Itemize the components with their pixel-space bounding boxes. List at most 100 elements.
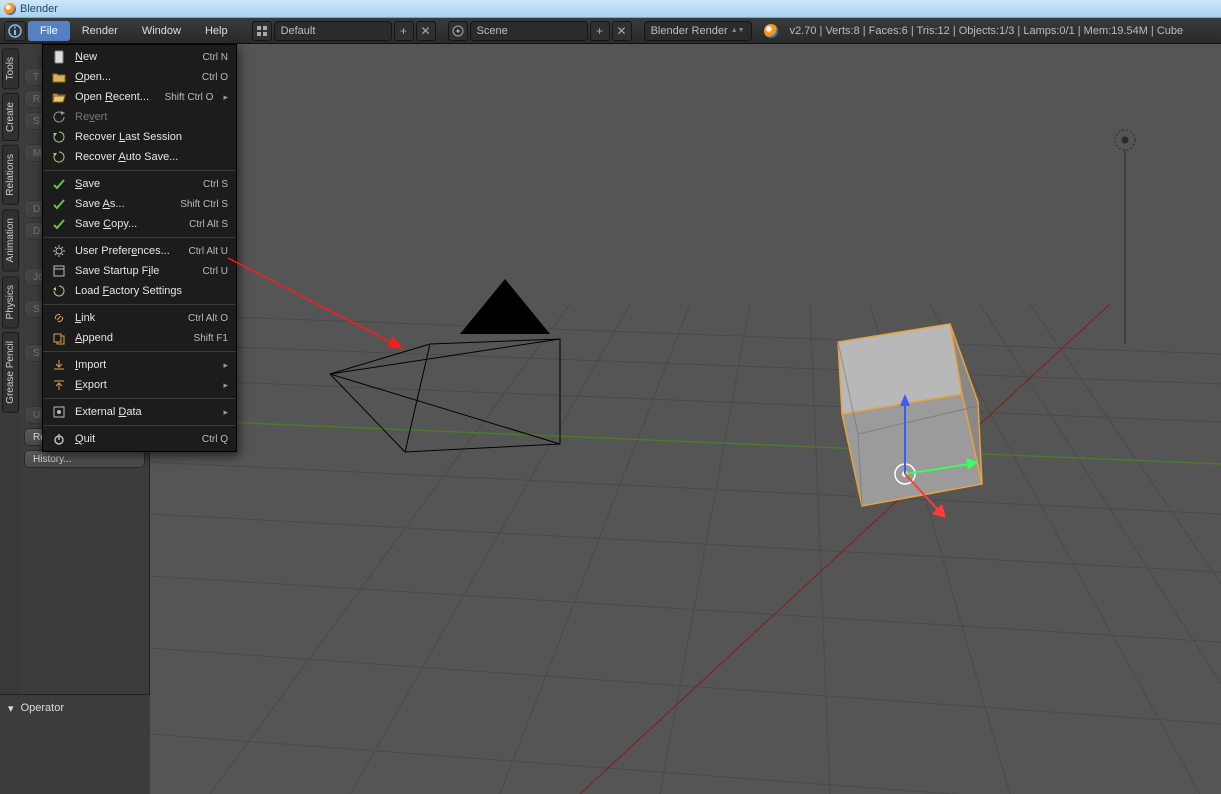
menu-help[interactable]: Help xyxy=(193,21,240,41)
recover-icon xyxy=(51,129,67,145)
layout-delete-button[interactable]: ✕ xyxy=(416,21,436,41)
menu-item-shortcut: Ctrl Alt O xyxy=(188,313,228,324)
menu-item-shortcut: Ctrl N xyxy=(202,52,228,63)
file-menu-export[interactable]: Export ▸ xyxy=(43,375,236,395)
power-icon xyxy=(51,431,67,447)
file-menu-recover-auto-save[interactable]: Recover Auto Save... xyxy=(43,147,236,167)
file-menu-import[interactable]: Import ▸ xyxy=(43,355,236,375)
menu-item-label: Open Recent... xyxy=(75,91,157,103)
menu-item-label: External Data xyxy=(75,406,213,418)
menu-item-label: User Preferences... xyxy=(75,245,181,257)
folder-open-icon xyxy=(51,89,67,105)
revert-icon xyxy=(51,109,67,125)
file-menu-save-copy[interactable]: Save Copy... Ctrl Alt S xyxy=(43,214,236,234)
import-icon xyxy=(51,357,67,373)
menu-item-shortcut: Ctrl U xyxy=(202,266,228,277)
file-menu-user-preferences[interactable]: User Preferences... Ctrl Alt U xyxy=(43,241,236,261)
lamp-object[interactable] xyxy=(1115,130,1135,344)
menu-item-label: Import xyxy=(75,359,213,371)
factory-icon xyxy=(51,283,67,299)
file-menu-recover-last-session[interactable]: Recover Last Session xyxy=(43,127,236,147)
menu-item-label: Load Factory Settings xyxy=(75,285,228,297)
top-menu-bar: FileRenderWindowHelp Default + ✕ Scene +… xyxy=(0,18,1221,44)
side-tab-create[interactable]: Create xyxy=(2,93,19,141)
menu-item-label: Revert xyxy=(75,111,228,123)
scene-add-button[interactable]: + xyxy=(590,21,610,41)
append-icon xyxy=(51,330,67,346)
file-menu-load-factory-settings[interactable]: Load Factory Settings xyxy=(43,281,236,301)
file-menu-open[interactable]: Open...Ctrl O xyxy=(43,67,236,87)
menu-item-label: Save xyxy=(75,178,195,190)
menu-item-shortcut: Ctrl Q xyxy=(202,434,228,445)
scene-browse-icon[interactable] xyxy=(448,21,468,41)
file-menu-open-recent[interactable]: Open Recent...Shift Ctrl O▸ xyxy=(43,87,236,107)
menu-file[interactable]: File xyxy=(28,21,70,41)
menu-separator xyxy=(43,304,236,305)
file-menu-save-as[interactable]: Save As...Shift Ctrl S xyxy=(43,194,236,214)
file-menu-link[interactable]: Link Ctrl Alt O xyxy=(43,308,236,328)
menu-item-label: New xyxy=(75,51,194,63)
check-alt-icon xyxy=(51,196,67,212)
file-menu-revert: Revert xyxy=(43,107,236,127)
file-menu-append[interactable]: AppendShift F1 xyxy=(43,328,236,348)
side-tab-grease-pencil[interactable]: Grease Pencil xyxy=(2,332,19,413)
side-tab-tools[interactable]: Tools xyxy=(2,48,19,89)
blender-logo-icon xyxy=(4,3,16,15)
menu-item-shortcut: Ctrl Alt U xyxy=(189,246,228,257)
menu-item-label: Link xyxy=(75,312,180,324)
side-tab-relations[interactable]: Relations xyxy=(2,145,19,205)
menu-separator xyxy=(43,351,236,352)
file-menu-external-data[interactable]: External Data▸ xyxy=(43,402,236,422)
file-menu-save[interactable]: Save Ctrl S xyxy=(43,174,236,194)
layout-add-button[interactable]: + xyxy=(394,21,414,41)
recover-auto-icon xyxy=(51,149,67,165)
operator-panel[interactable]: ▾ Operator xyxy=(0,694,150,794)
side-tab-physics[interactable]: Physics xyxy=(2,276,19,328)
check-copy-icon xyxy=(51,216,67,232)
menu-item-label: Export xyxy=(75,379,213,391)
menu-separator xyxy=(43,170,236,171)
menu-item-shortcut: Ctrl S xyxy=(203,179,228,190)
disclosure-icon: ▾ xyxy=(8,702,14,715)
submenu-arrow-icon: ▸ xyxy=(223,380,228,391)
3d-viewport[interactable] xyxy=(150,44,1221,794)
info-editor-icon[interactable] xyxy=(4,21,26,41)
layout-name-field[interactable]: Default xyxy=(274,21,392,41)
tool-shelf-tabs: Tools Create Relations Animation Physics Grea… xyxy=(0,44,20,794)
updown-icon: ▲▼ xyxy=(731,28,745,33)
window-title: Blender xyxy=(20,3,58,15)
menu-item-label: Append xyxy=(75,332,186,344)
title-bar: Blender xyxy=(0,0,1221,18)
file-menu-save-startup-file[interactable]: Save Startup File Ctrl U xyxy=(43,261,236,281)
file-menu-quit[interactable]: Quit Ctrl Q xyxy=(43,429,236,449)
export-icon xyxy=(51,377,67,393)
submenu-arrow-icon: ▸ xyxy=(223,360,228,371)
startup-icon xyxy=(51,263,67,279)
history-button[interactable]: History... xyxy=(24,450,145,468)
scene-stats: v2.70 | Verts:8 | Faces:6 | Tris:12 | Ob… xyxy=(790,25,1184,37)
blender-small-logo-icon xyxy=(764,24,778,38)
menu-window[interactable]: Window xyxy=(130,21,193,41)
screen-layout-browse-icon[interactable] xyxy=(252,21,272,41)
side-tab-animation[interactable]: Animation xyxy=(2,209,19,271)
document-icon xyxy=(51,49,67,65)
render-engine-dropdown[interactable]: Blender Render ▲▼ xyxy=(644,21,752,41)
camera-object[interactable] xyxy=(330,279,560,452)
menu-item-label: Save Copy... xyxy=(75,218,181,230)
scene-name-field[interactable]: Scene xyxy=(470,21,588,41)
check-icon xyxy=(51,176,67,192)
file-menu-dropdown: NewCtrl NOpen...Ctrl OOpen Recent...Shif… xyxy=(42,44,237,452)
scene-delete-button[interactable]: ✕ xyxy=(612,21,632,41)
menu-item-shortcut: Ctrl Alt S xyxy=(189,219,228,230)
menu-render[interactable]: Render xyxy=(70,21,130,41)
external-icon xyxy=(51,404,67,420)
menu-item-label: Recover Last Session xyxy=(75,131,228,143)
menu-item-shortcut: Shift Ctrl S xyxy=(180,199,228,210)
prefs-icon xyxy=(51,243,67,259)
file-menu-new[interactable]: New Ctrl N xyxy=(43,47,236,67)
menu-item-label: Open... xyxy=(75,71,194,83)
menu-item-label: Recover Auto Save... xyxy=(75,151,228,163)
menu-item-label: Quit xyxy=(75,433,194,445)
menu-item-label: Save Startup File xyxy=(75,265,194,277)
axis-x xyxy=(150,419,1221,464)
